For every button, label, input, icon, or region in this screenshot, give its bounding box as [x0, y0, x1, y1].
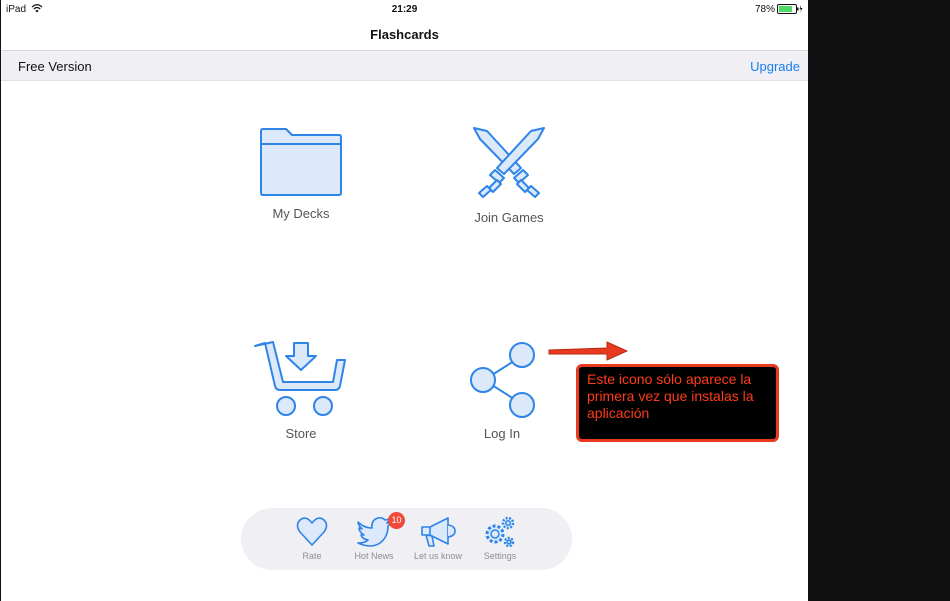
- tile-label: Store: [285, 426, 317, 441]
- navigation-bar: Flashcards: [1, 20, 808, 51]
- news-badge: 10: [388, 512, 405, 529]
- share-icon: [470, 342, 535, 418]
- battery-percent: 78%: [754, 4, 775, 15]
- banner-label: Free Version: [18, 59, 92, 74]
- status-time: 21:29: [391, 4, 418, 15]
- let-us-know-label: Let us know: [413, 551, 463, 561]
- tile-join-games[interactable]: Join Games: [434, 126, 584, 225]
- status-bar: iPad 21:29 78%: [1, 0, 808, 20]
- ipad-screen: iPad 21:29 78% Flashcards Free Version U…: [1, 0, 808, 601]
- battery-icon: [777, 4, 803, 14]
- folder-icon: [260, 128, 342, 196]
- hot-news-label: Hot News: [354, 551, 394, 561]
- rate-label: Rate: [302, 551, 322, 561]
- upgrade-link[interactable]: Upgrade: [750, 59, 800, 74]
- megaphone-icon: [421, 517, 456, 547]
- tile-label: My Decks: [272, 206, 330, 221]
- shopping-cart-download-icon: [254, 341, 346, 416]
- crossed-swords-icon: [473, 127, 545, 198]
- gears-icon: [485, 516, 515, 548]
- free-version-banner: Free Version Upgrade: [1, 51, 808, 81]
- tile-label: Log In: [483, 426, 521, 441]
- bottom-toolbar: Rate Hot News 10 Let us know Settings: [241, 508, 572, 570]
- settings-label: Settings: [483, 551, 517, 561]
- tile-store[interactable]: Store: [226, 340, 376, 441]
- tile-my-decks[interactable]: My Decks: [226, 126, 376, 221]
- rate-button[interactable]: Rate: [281, 515, 343, 561]
- settings-button[interactable]: Settings: [469, 515, 531, 561]
- let-us-know-button[interactable]: Let us know: [407, 515, 469, 561]
- heart-icon: [296, 517, 328, 546]
- nav-title: Flashcards: [370, 27, 439, 42]
- annotation-arrow: [548, 341, 629, 361]
- tile-label: Join Games: [474, 210, 544, 225]
- annotation-callout: Este icono sólo aparece la primera vez q…: [576, 364, 779, 442]
